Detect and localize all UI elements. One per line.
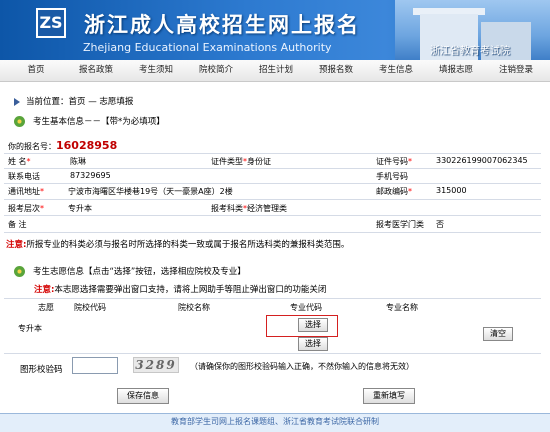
phone-label: 联系电话 <box>8 172 40 181</box>
nav-wishes[interactable]: 填报志愿 <box>426 60 486 81</box>
arrow-icon <box>14 97 20 106</box>
col-header-major-name: 专业名称 <box>386 303 418 312</box>
mobile-label: 手机号码 <box>376 172 408 181</box>
note-text: 所报专业的科类必须与报名时所选择的科类一致或属于报名所选科类的兼报科类范围。 <box>26 240 350 250</box>
wish-info-title: 考生志愿信息【点击“选择”按钮，选择相应院校及专业】 <box>33 267 246 277</box>
id-no-label: 证件号码 <box>376 157 408 166</box>
nav-colleges[interactable]: 院校简介 <box>186 60 246 81</box>
table-row: 备 注 报考医学门类 否 <box>4 215 541 233</box>
nav-policy[interactable]: 报名政策 <box>66 60 126 81</box>
save-button[interactable]: 保存信息 <box>117 388 169 404</box>
site-title: 浙江成人高校招生网上报名 <box>84 13 360 37</box>
popup-note: 注意:本志愿选择需要弹出窗口支持，请将上网助手等阻止弹出窗口的功能关闭 <box>34 283 326 295</box>
col-header-major-code: 专业代码 <box>290 303 322 312</box>
id-type-label: 证件类型 <box>211 157 243 166</box>
reg-no-value: 16028958 <box>56 139 118 152</box>
org-name: 浙江省教育考试院 <box>430 46 510 57</box>
postcode-value: 315000 <box>436 186 467 195</box>
captcha-input[interactable] <box>72 357 118 374</box>
address-value: 宁波市海曙区华楼巷19号（天一豪景A座）2楼 <box>68 187 233 196</box>
wish-info-heading: 考生志愿信息【点击“选择”按钮，选择相应院校及专业】 <box>14 265 246 277</box>
table-row: 姓 名* 陈琳 证件类型*身份证 证件号码* 33022619900706234… <box>4 153 541 169</box>
subject-value: 经济管理类 <box>247 204 287 213</box>
col-header-college-name: 院校名称 <box>178 303 210 312</box>
note-prefix: 注意: <box>34 285 55 295</box>
id-no-value: 330226199007062345 <box>436 156 528 165</box>
remark-label: 备 注 <box>8 220 27 229</box>
header-banner: ZS 浙江成人高校招生网上报名 Zhejiang Educational Exa… <box>0 0 550 60</box>
select-button[interactable]: 选择 <box>298 318 328 332</box>
flower-icon <box>14 266 25 277</box>
subject-label: 报考科类 <box>211 204 243 213</box>
medical-label: 报考医学门类 <box>376 220 424 229</box>
flower-icon <box>14 116 25 127</box>
col-header-wish: 志愿 <box>38 303 54 312</box>
basic-info-title: 考生基本信息－－【带*为必填项】 <box>33 117 165 127</box>
captcha-hint: （请确保你的图形校验码输入正确，不然你输入的信息将无效） <box>190 362 414 371</box>
wish-table: 志愿 院校代码 院校名称 专业代码 专业名称 专升本 选择 选择 清空 <box>4 298 541 354</box>
nav-pre-count[interactable]: 预报名数 <box>306 60 366 81</box>
select-button-2[interactable]: 选择 <box>298 337 328 351</box>
col-header-college-code: 院校代码 <box>74 303 106 312</box>
postcode-label: 邮政编码 <box>376 187 408 196</box>
nav-logout[interactable]: 注销登录 <box>486 60 546 81</box>
table-row: 联系电话 87329695 手机号码 <box>4 168 541 184</box>
level-value: 专升本 <box>68 204 92 213</box>
authority-logo: ZS <box>36 8 66 38</box>
captcha-image: 3289 <box>133 357 179 373</box>
basic-info-heading: 考生基本信息－－【带*为必填项】 <box>14 115 165 127</box>
nav-student-info[interactable]: 考生信息 <box>366 60 426 81</box>
name-value: 陈琳 <box>70 157 86 166</box>
captcha-label: 图形校验码 <box>20 365 63 375</box>
breadcrumb: 当前位置：首页 — 志愿填报 <box>14 95 133 107</box>
clear-button[interactable]: 清空 <box>483 327 513 341</box>
subject-note: 注意:所报专业的科类必须与报名时所选择的科类一致或属于报名所选科类的兼报科类范围… <box>6 238 349 250</box>
name-label: 姓 名 <box>8 157 27 166</box>
site-subtitle: Zhejiang Educational Examinations Author… <box>83 41 332 54</box>
medical-value: 否 <box>436 220 444 229</box>
table-row: 报考层次* 专升本 报考科类*经济管理类 <box>4 199 541 216</box>
reg-no-label: 你的报名号： <box>8 142 56 151</box>
id-type-value: 身份证 <box>247 157 271 166</box>
footer: 教育部学生司网上报名课题组、浙江省教育考试院联合研制 <box>0 413 550 432</box>
breadcrumb-text: 当前位置：首页 — 志愿填报 <box>26 97 134 107</box>
table-row: 通讯地址* 宁波市海曙区华楼巷19号（天一豪景A座）2楼 邮政编码* 31500… <box>4 183 541 200</box>
nav-plan[interactable]: 招生计划 <box>246 60 306 81</box>
address-label: 通讯地址 <box>8 187 40 196</box>
table-row: 你的报名号：16028958 <box>4 135 541 154</box>
nav-home[interactable]: 首页 <box>6 60 66 81</box>
note-text: 本志愿选择需要弹出窗口支持，请将上网助手等阻止弹出窗口的功能关闭 <box>54 285 327 295</box>
level-label: 报考层次 <box>8 204 40 213</box>
note-prefix: 注意: <box>6 240 27 250</box>
reset-button[interactable]: 重新填写 <box>363 388 415 404</box>
nav-notice[interactable]: 考生须知 <box>126 60 186 81</box>
main-nav: 首页 报名政策 考生须知 院校简介 招生计划 预报名数 考生信息 填报志愿 注销… <box>0 60 550 82</box>
wish-row-label: 专升本 <box>18 324 42 333</box>
phone-value: 87329695 <box>70 171 111 180</box>
